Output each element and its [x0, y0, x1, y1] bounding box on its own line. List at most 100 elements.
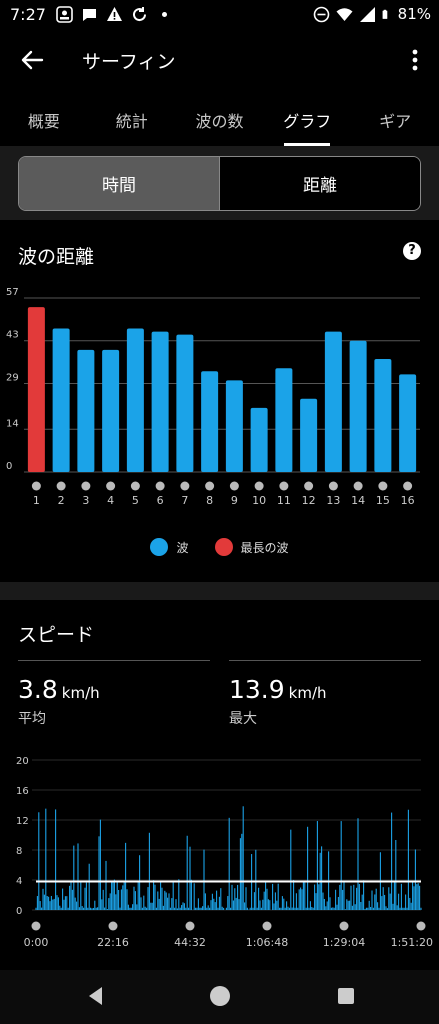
x-marker	[229, 481, 239, 491]
x-marker	[180, 481, 190, 491]
x-marker	[31, 481, 41, 491]
x-tick-label: 1:06:48	[246, 936, 288, 949]
bar[interactable]	[176, 334, 194, 472]
bar[interactable]	[399, 374, 417, 472]
y-tick-label: 4	[16, 876, 22, 887]
max-speed-unit: km/h	[288, 684, 327, 702]
bar[interactable]	[102, 349, 120, 472]
x-marker	[304, 481, 314, 491]
average-speed-value: 3.8	[18, 675, 58, 704]
x-marker	[378, 481, 388, 491]
tab-2[interactable]: 波の数	[176, 96, 264, 146]
bar[interactable]	[275, 368, 293, 472]
x-marker	[353, 481, 363, 491]
x-tick-label: 16	[401, 494, 415, 507]
x-tick-label: 1	[33, 494, 40, 507]
x-marker	[262, 921, 272, 931]
tab-3[interactable]: グラフ	[263, 96, 351, 146]
legend-longest-label: 最長の波	[240, 540, 289, 555]
y-tick-label: 20	[16, 756, 29, 767]
x-tick-label: 2	[58, 494, 65, 507]
back-arrow-icon[interactable]	[18, 46, 46, 74]
speed-chart: 0 4 8 12 16 20 0:00 22:16 44:32 1:06:48 1:29:04 1:5…	[16, 756, 433, 949]
warning-icon	[107, 7, 122, 21]
x-tick-label: 7	[181, 494, 188, 507]
bar[interactable]	[52, 328, 70, 472]
x-marker	[254, 481, 264, 491]
x-marker	[205, 481, 215, 491]
bar[interactable]	[225, 380, 243, 472]
tab-1[interactable]: 統計	[88, 96, 176, 146]
bar[interactable]	[349, 340, 367, 472]
status-bar: 7:27 81%	[0, 0, 439, 30]
average-speed-stat: 3.8 km/h 平均	[18, 660, 210, 727]
x-tick-label: 14	[351, 494, 365, 507]
x-tick-label: 12	[302, 494, 316, 507]
tab-0[interactable]: 概要	[0, 96, 88, 146]
x-tick-label: 44:32	[174, 936, 206, 949]
speed-section: スピード 3.8 km/h 平均 13.9 km/h 最大 0 4 8 12 16 20 0:0…	[0, 600, 439, 970]
app-bar: サーフィン	[0, 30, 439, 90]
legend-item-longest: 最長の波	[214, 538, 289, 556]
x-marker	[403, 481, 413, 491]
average-speed-unit: km/h	[61, 684, 100, 702]
y-tick-label: 29	[6, 372, 19, 383]
y-tick-label: 0	[6, 461, 12, 472]
tab-bar: 概要 統計 波の数 グラフ ギア	[0, 96, 439, 146]
segment-time[interactable]: 時間	[19, 157, 219, 210]
dot-icon	[162, 12, 167, 17]
segment-distance[interactable]: 距離	[219, 157, 420, 210]
y-tick-label: 14	[6, 418, 19, 429]
x-marker	[155, 481, 165, 491]
x-marker	[106, 481, 116, 491]
bar[interactable]	[126, 328, 144, 472]
average-speed-value-row: 3.8 km/h	[18, 675, 100, 704]
x-marker	[81, 481, 91, 491]
max-speed-value-row: 13.9 km/h	[229, 675, 327, 704]
x-tick-label: 15	[376, 494, 390, 507]
bar[interactable]	[374, 359, 392, 472]
bar[interactable]	[300, 398, 318, 472]
x-tick-label: 5	[132, 494, 139, 507]
x-marker	[108, 921, 118, 931]
bar[interactable]	[201, 371, 219, 472]
tab-4[interactable]: ギア	[351, 96, 439, 146]
home-nav-icon[interactable]	[208, 984, 232, 1008]
wave-distance-title: 波の距離	[18, 246, 95, 268]
recents-nav-icon[interactable]	[334, 984, 358, 1008]
x-tick-label: 10	[252, 494, 266, 507]
x-tick-label: 6	[157, 494, 164, 507]
max-speed-label: 最大	[229, 711, 257, 727]
dnd-icon	[313, 6, 329, 22]
legend-wave-swatch	[150, 538, 169, 556]
message-icon	[83, 9, 96, 21]
x-tick-label: 0:00	[24, 936, 49, 949]
bar[interactable]	[27, 307, 45, 472]
wave-distance-chart: 0142943571 2 3 4 5 6 7 8 9 10 11 12 13 14 15 16	[6, 288, 420, 507]
bar[interactable]	[324, 331, 342, 472]
bar[interactable]	[250, 407, 268, 472]
max-speed-stat: 13.9 km/h 最大	[229, 660, 421, 727]
bar[interactable]	[151, 331, 169, 472]
bar[interactable]	[77, 349, 95, 472]
x-marker	[31, 921, 41, 931]
chart-legend: 波 最長の波	[0, 538, 439, 556]
system-nav-bar	[0, 970, 439, 1024]
status-icons-right: 81%	[313, 5, 431, 23]
y-tick-label: 8	[16, 846, 22, 857]
x-tick-label: 9	[231, 494, 238, 507]
back-nav-icon[interactable]	[84, 984, 108, 1008]
x-tick-label: 4	[107, 494, 114, 507]
help-icon[interactable]: ?	[403, 242, 421, 260]
more-options-icon[interactable]	[405, 46, 425, 74]
status-time: 7:27	[10, 5, 46, 24]
x-marker	[185, 921, 195, 931]
y-tick-label: 43	[6, 330, 19, 341]
x-marker	[56, 481, 66, 491]
legend-longest-swatch	[214, 538, 233, 556]
photo-icon	[56, 6, 73, 23]
x-tick-label: 11	[277, 494, 291, 507]
max-speed-value: 13.9	[229, 675, 285, 704]
battery-percent: 81%	[397, 5, 431, 23]
x-tick-label: 3	[82, 494, 89, 507]
